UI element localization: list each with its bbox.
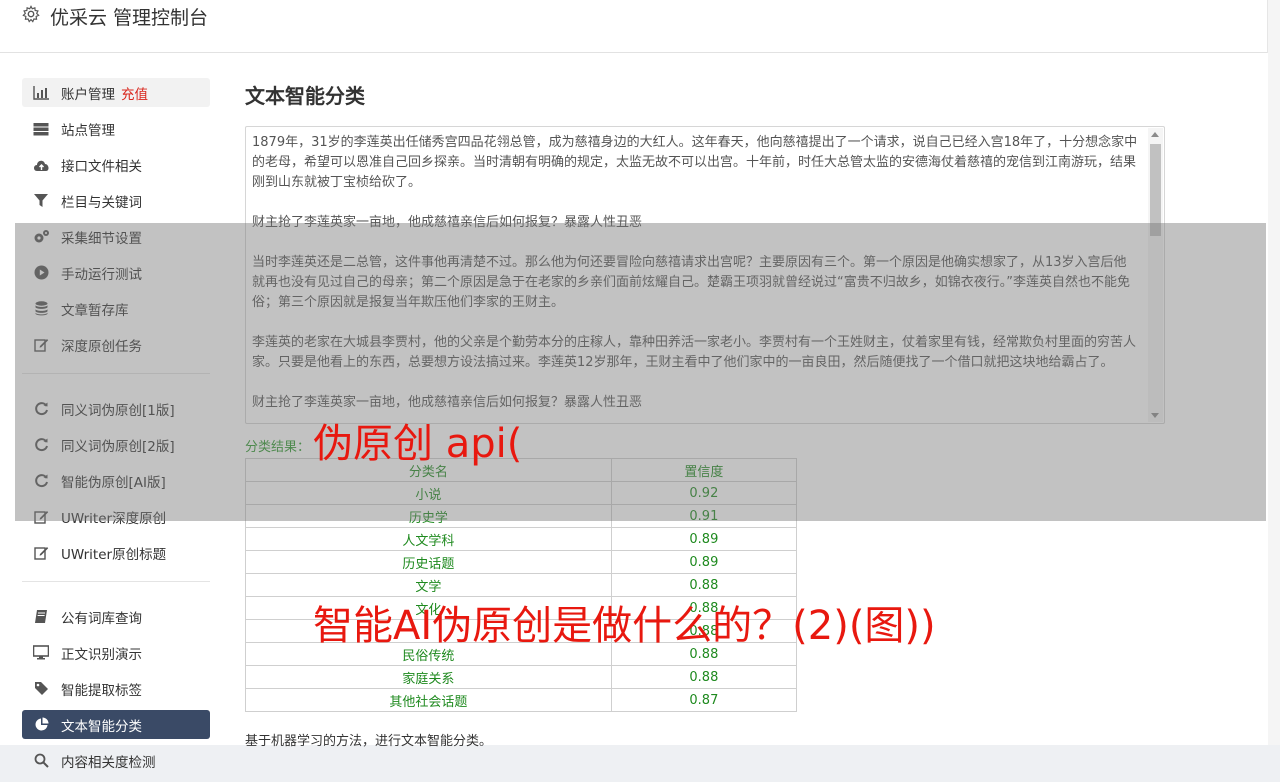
category-cell: 人文学科 <box>245 527 612 551</box>
sidebar-item-uwriter-title[interactable]: UWriter原创标题 <box>22 538 210 567</box>
sidebar-item-label: 栏目与关键词 <box>61 194 142 211</box>
sidebar-item-label: 正文识别演示 <box>61 646 142 663</box>
sidebar-item-sites[interactable]: 站点管理 <box>22 114 210 143</box>
sidebar-divider <box>22 581 210 582</box>
window-scrollbar[interactable] <box>1267 0 1280 745</box>
top-bar: 优采云 管理控制台 <box>0 0 1268 53</box>
server-icon <box>32 121 50 137</box>
sidebar-item-label: 站点管理 <box>61 122 115 139</box>
monitor-icon <box>32 645 50 661</box>
sidebar-item-public-lexicon[interactable]: 公有词库查询 <box>22 602 210 631</box>
table-row: 人文学科 0.89 <box>245 527 798 551</box>
watermark-text: 智能AI伪原创是做什么的？(2)(图)) <box>313 603 936 649</box>
scroll-up-arrow-icon[interactable] <box>1151 132 1159 137</box>
page-title: 文本智能分类 <box>245 84 365 108</box>
method-note: 基于机器学习的方法，进行文本智能分类。 <box>245 734 493 749</box>
sidebar-item-label: UWriter原创标题 <box>61 546 167 563</box>
filter-icon <box>32 193 50 209</box>
sidebar-item-label: 智能提取标签 <box>61 682 142 699</box>
gear-icon[interactable] <box>22 5 40 23</box>
sidebar-item-interface-files[interactable]: 接口文件相关 <box>22 150 210 179</box>
confidence-cell: 0.88 <box>610 665 798 689</box>
confidence-cell: 0.87 <box>610 688 798 712</box>
category-cell: 其他社会话题 <box>245 688 612 712</box>
tag-icon <box>32 681 50 697</box>
table-row: 其他社会话题 0.87 <box>245 688 798 712</box>
watermark-text: 伪原创 api( <box>313 421 523 467</box>
sidebar-item-label: 公有词库查询 <box>61 610 142 627</box>
sidebar-item-label: 账户管理 <box>61 86 115 103</box>
sidebar-item-label: 内容相关度检测 <box>61 754 156 771</box>
confidence-cell: 0.89 <box>610 550 798 574</box>
gray-overlay-band <box>15 223 1266 521</box>
book-icon <box>32 609 50 625</box>
pie-chart-icon <box>32 717 50 733</box>
table-row: 历史话题 0.89 <box>245 550 798 574</box>
app-title: 优采云 管理控制台 <box>50 7 209 29</box>
search-icon <box>32 753 50 769</box>
confidence-cell: 0.89 <box>610 527 798 551</box>
recharge-link[interactable]: 充值 <box>121 83 148 103</box>
sidebar-item-text-recognition[interactable]: 正文识别演示 <box>22 638 210 667</box>
category-cell: 文学 <box>245 573 612 597</box>
sidebar-item-columns-keywords[interactable]: 栏目与关键词 <box>22 186 210 215</box>
table-row: 家庭关系 0.88 <box>245 665 798 689</box>
edit-icon <box>32 545 50 561</box>
sidebar-item-tag-extract[interactable]: 智能提取标签 <box>22 674 210 703</box>
text-paragraph: 1879年，31岁的李莲英出任储秀宫四品花翎总管，成为慈禧身边的大红人。这年春天… <box>252 135 1138 190</box>
bar-chart-icon <box>32 85 50 101</box>
cloud-upload-icon <box>32 157 50 173</box>
category-cell: 历史话题 <box>245 550 612 574</box>
sidebar-item-label: 接口文件相关 <box>61 158 142 175</box>
sidebar-item-relevance-check[interactable]: 内容相关度检测 <box>22 746 210 775</box>
sidebar-item-text-classify[interactable]: 文本智能分类 <box>22 710 210 739</box>
confidence-cell: 0.88 <box>610 573 798 597</box>
sidebar-item-account[interactable]: 账户管理 充值 <box>22 78 210 107</box>
category-cell: 家庭关系 <box>245 665 612 689</box>
sidebar-item-label: 文本智能分类 <box>61 718 142 735</box>
table-row: 文学 0.88 <box>245 573 798 597</box>
